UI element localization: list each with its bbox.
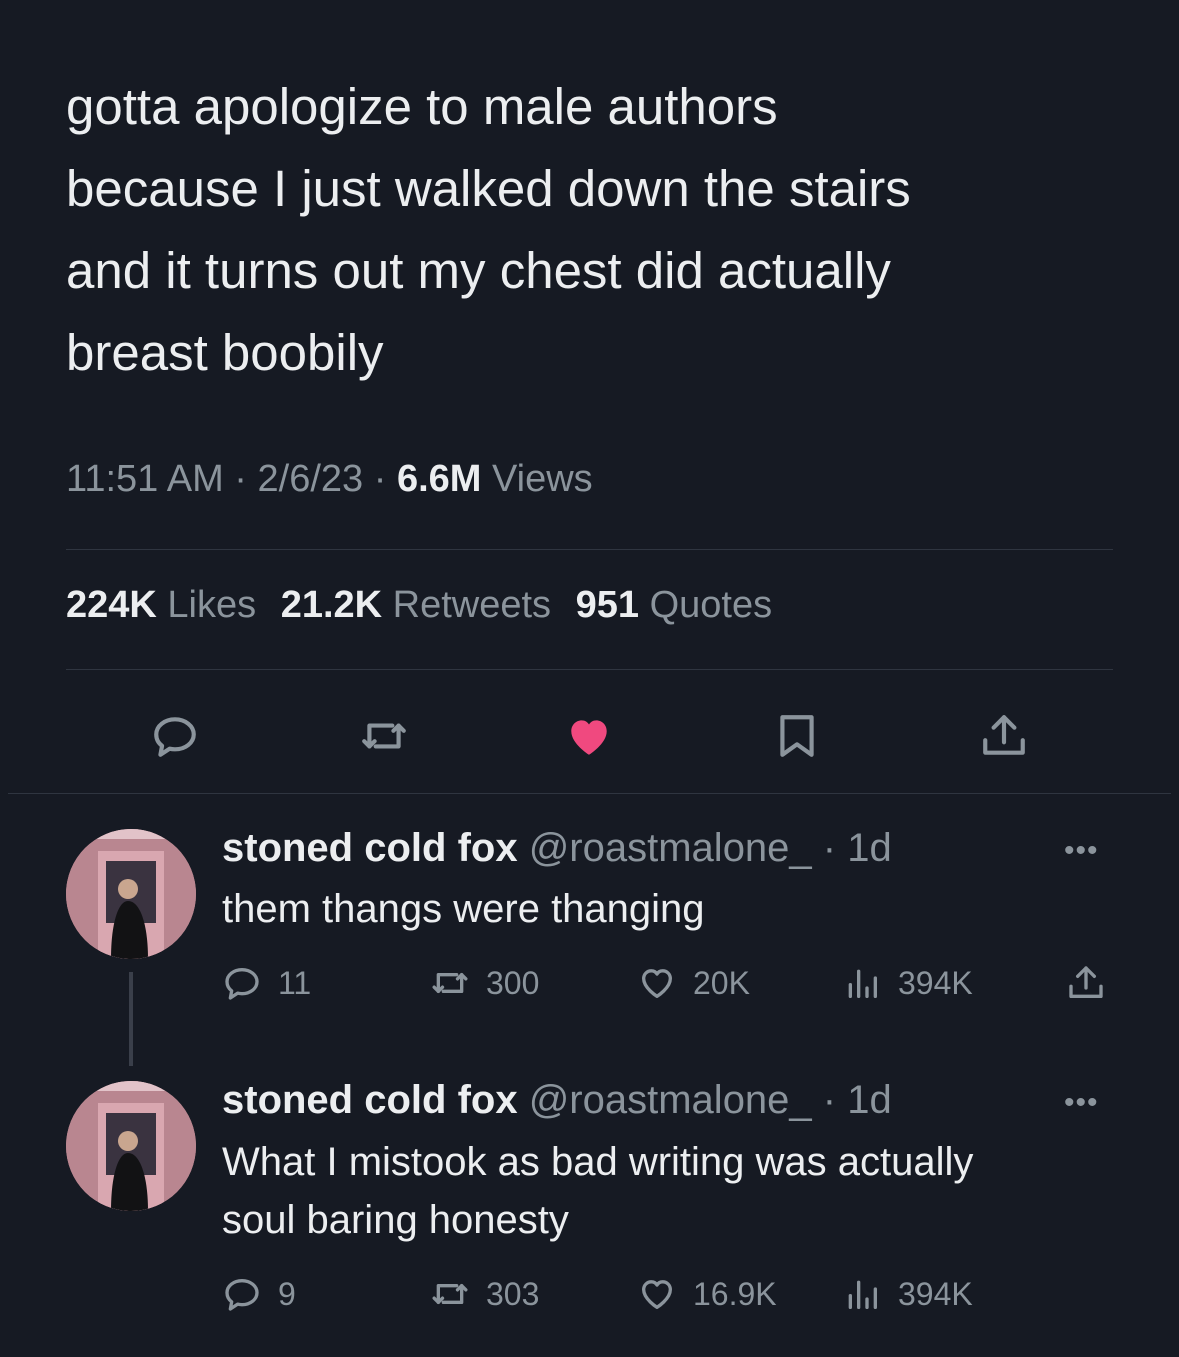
heart-outline-icon (642, 969, 672, 998)
separator: · (373, 458, 387, 500)
retweet-icon (432, 973, 468, 993)
tweet-line: gotta apologize to male authors (66, 78, 778, 135)
like-count: 20K (693, 964, 750, 1001)
retweet-count: 300 (486, 964, 540, 1001)
views-chart-icon (848, 969, 877, 998)
retweet-icon (362, 723, 406, 749)
tweet-text: gotta apologize to male authors because … (66, 66, 1126, 394)
share-icon (1069, 966, 1103, 998)
retweet-button[interactable] (356, 708, 412, 764)
reply-retweet-button[interactable]: 300 (430, 963, 539, 1003)
divider (66, 549, 1113, 550)
bookmark-icon (780, 715, 814, 757)
bookmark-button[interactable] (769, 708, 825, 764)
reply-header: stoned cold fox @roastmalone_ · 1d (222, 1078, 892, 1123)
share-button[interactable] (976, 708, 1032, 764)
like-count: 16.9K (693, 1275, 777, 1312)
handle[interactable]: @roastmalone_ (529, 826, 812, 870)
reply-views-button[interactable]: 394K (842, 1274, 973, 1314)
avatar-image (66, 1081, 196, 1211)
reply-line: them thangs were thanging (222, 887, 705, 931)
reply-icon (225, 1279, 259, 1311)
likes-count: 224K (66, 584, 157, 626)
tweet-line: breast boobily (66, 324, 384, 381)
likes-label: Likes (167, 584, 257, 626)
like-button[interactable] (561, 708, 617, 764)
divider (66, 669, 1113, 670)
reply-reply-button[interactable]: 11 (222, 963, 311, 1003)
views-count: 6.6M (396, 458, 482, 500)
more-options-button[interactable]: ••• (1064, 1086, 1099, 1120)
tweet-line: and it turns out my chest did actually (66, 242, 891, 299)
reply-icon (154, 717, 196, 757)
reply-button[interactable] (147, 708, 203, 764)
display-name[interactable]: stoned cold fox (222, 1078, 518, 1122)
more-options-button[interactable]: ••• (1064, 834, 1099, 868)
separator: · (234, 458, 247, 500)
reply-like-button[interactable]: 20K (637, 963, 750, 1003)
reply-age: · 1d (822, 1078, 892, 1122)
heart-outline-icon (642, 1280, 672, 1309)
reply-line: soul baring honesty (222, 1198, 569, 1242)
reply-icon (225, 968, 259, 1000)
like-icon (571, 720, 607, 755)
quotes-stat[interactable]: 951 Quotes (576, 584, 773, 626)
tweet-date[interactable]: 2/6/23 (258, 458, 364, 500)
likes-stat[interactable]: 224K Likes (66, 584, 256, 626)
reply-text: What I mistook as bad writing was actual… (222, 1133, 1122, 1249)
tweet-stats: 224K Likes 21.2K Retweets 951 Quotes (66, 584, 786, 627)
handle[interactable]: @roastmalone_ (529, 1078, 812, 1122)
retweet-count: 303 (486, 1275, 540, 1312)
avatar[interactable] (66, 829, 196, 959)
views-chart-icon (848, 1280, 877, 1309)
tweet-meta: 11:51 AM · 2/6/23 · 6.6M Views (66, 458, 593, 501)
thread-line (129, 972, 133, 1066)
reply-share-button[interactable] (1066, 963, 1106, 1003)
retweets-stat[interactable]: 21.2K Retweets (281, 584, 551, 626)
tweet-line: because I just walked down the stairs (66, 160, 911, 217)
reply-count: 11 (278, 964, 312, 1001)
reply-retweet-button[interactable]: 303 (430, 1274, 539, 1314)
views-count: 394K (898, 1275, 973, 1312)
views-label: Views (492, 458, 593, 500)
retweet-icon (432, 1284, 468, 1304)
retweets-count: 21.2K (280, 584, 383, 626)
quotes-label: Quotes (649, 584, 773, 626)
retweets-label: Retweets (392, 584, 552, 626)
reply-text: them thangs were thanging (222, 880, 1122, 938)
reply-line: What I mistook as bad writing was actual… (222, 1140, 974, 1184)
avatar-image (66, 829, 196, 959)
display-name[interactable]: stoned cold fox (222, 826, 518, 870)
views-count: 394K (898, 964, 973, 1001)
reply-age: · 1d (822, 826, 892, 870)
avatar[interactable] (66, 1081, 196, 1211)
share-icon (983, 715, 1025, 755)
reply-count: 9 (278, 1275, 296, 1312)
reply-views-button[interactable]: 394K (842, 963, 973, 1003)
reply-like-button[interactable]: 16.9K (637, 1274, 777, 1314)
reply-reply-button[interactable]: 9 (222, 1274, 296, 1314)
tweet-time[interactable]: 11:51 AM (66, 458, 224, 500)
quotes-count: 951 (575, 584, 640, 626)
reply-header: stoned cold fox @roastmalone_ · 1d (222, 826, 892, 871)
divider (8, 793, 1171, 794)
